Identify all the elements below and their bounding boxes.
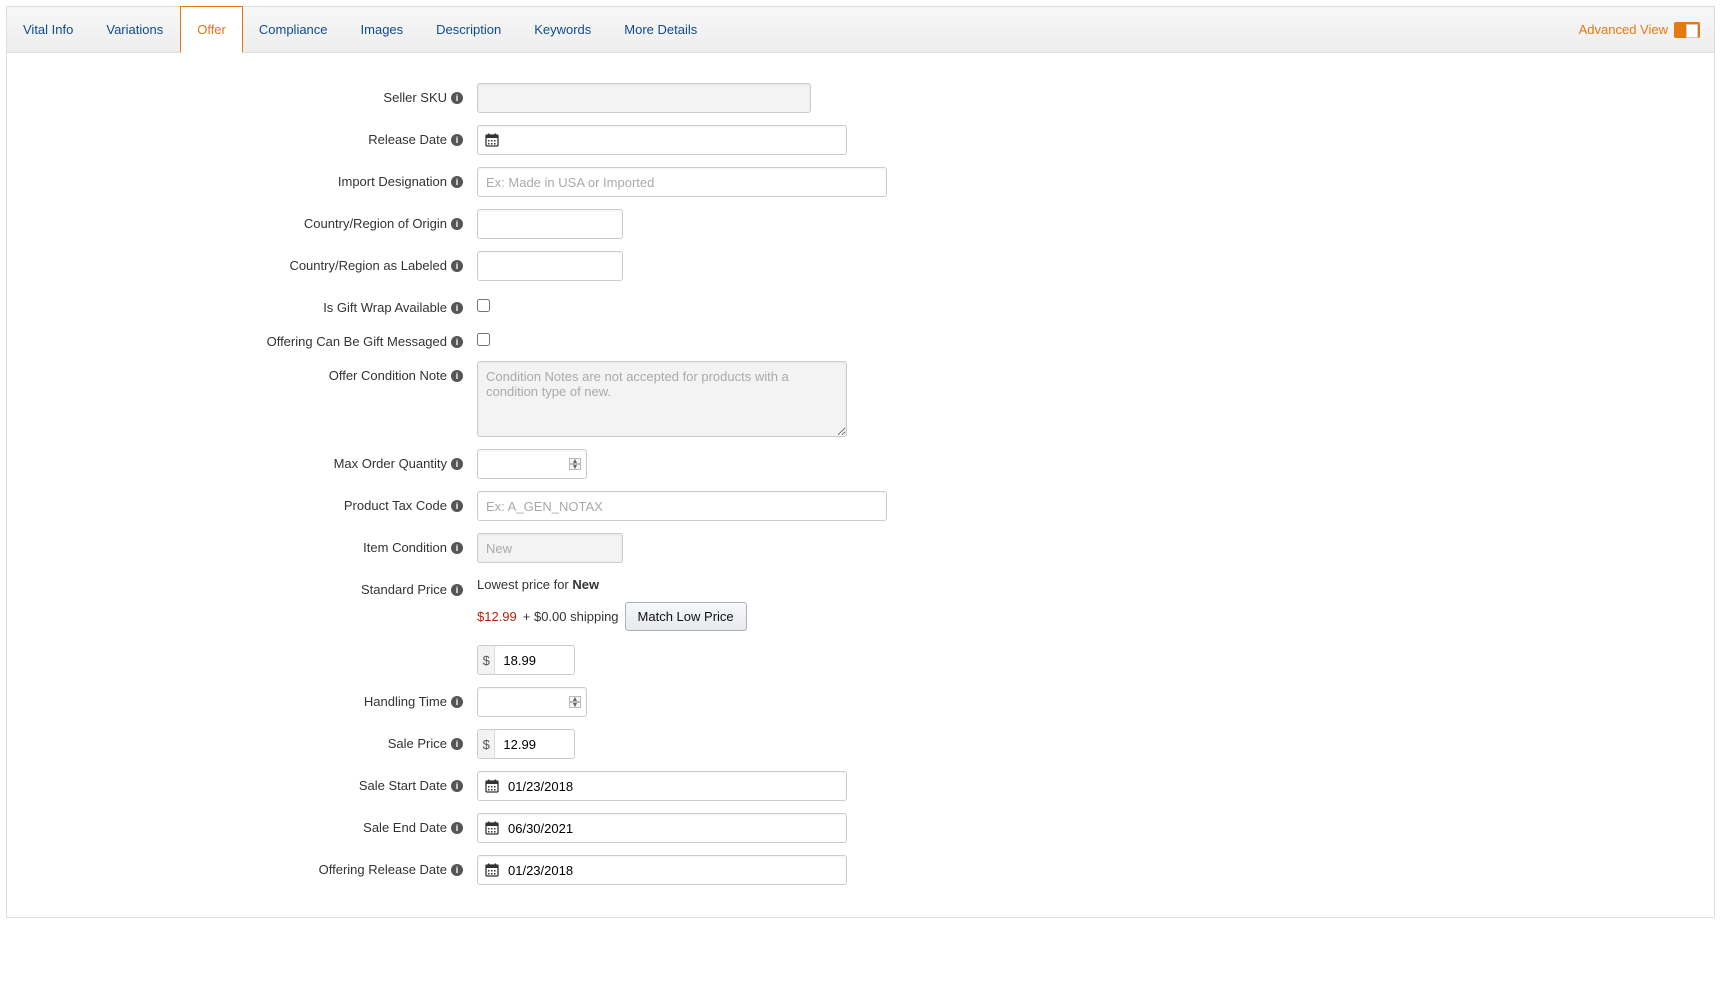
offering-release-input[interactable] bbox=[477, 855, 847, 885]
sale-price-input[interactable] bbox=[495, 730, 574, 758]
import-designation-label: Import Designation bbox=[338, 174, 447, 189]
quantity-stepper[interactable]: ▲▼ bbox=[569, 458, 581, 470]
handling-time-label: Handling Time bbox=[364, 694, 447, 709]
handling-time-stepper[interactable]: ▲▼ bbox=[569, 696, 581, 708]
gift-messaged-label: Offering Can Be Gift Messaged bbox=[267, 334, 447, 349]
info-icon[interactable]: i bbox=[451, 584, 463, 596]
item-condition-input bbox=[477, 533, 623, 563]
sale-start-label: Sale Start Date bbox=[359, 778, 447, 793]
info-icon[interactable]: i bbox=[451, 302, 463, 314]
max-order-qty-label: Max Order Quantity bbox=[334, 456, 447, 471]
gift-messaged-checkbox[interactable] bbox=[477, 333, 490, 346]
tax-code-label: Product Tax Code bbox=[344, 498, 447, 513]
info-icon[interactable]: i bbox=[451, 780, 463, 792]
country-labeled-label: Country/Region as Labeled bbox=[289, 258, 447, 273]
tab-vital-info[interactable]: Vital Info bbox=[7, 7, 90, 52]
info-icon[interactable]: i bbox=[451, 696, 463, 708]
country-origin-label: Country/Region of Origin bbox=[304, 216, 447, 231]
form-area: Seller SKU i Release Date i Imp bbox=[7, 53, 1714, 917]
release-date-input[interactable] bbox=[477, 125, 847, 155]
condition-note-textarea bbox=[477, 361, 847, 437]
info-icon[interactable]: i bbox=[451, 176, 463, 188]
seller-sku-input bbox=[477, 83, 811, 113]
tab-compliance[interactable]: Compliance bbox=[243, 7, 345, 52]
country-labeled-input[interactable] bbox=[477, 251, 623, 281]
main-panel: Vital Info Variations Offer Compliance I… bbox=[6, 6, 1715, 918]
info-icon[interactable]: i bbox=[451, 92, 463, 104]
lowest-price-value: $12.99 bbox=[477, 609, 517, 624]
offering-release-label: Offering Release Date bbox=[319, 862, 447, 877]
standard-price-input-wrap: $ bbox=[477, 645, 575, 675]
info-icon[interactable]: i bbox=[451, 260, 463, 272]
shipping-text: + $0.00 shipping bbox=[523, 609, 619, 624]
gift-wrap-label: Is Gift Wrap Available bbox=[323, 300, 447, 315]
info-icon[interactable]: i bbox=[451, 336, 463, 348]
tab-variations[interactable]: Variations bbox=[90, 7, 180, 52]
info-icon[interactable]: i bbox=[451, 864, 463, 876]
standard-price-input[interactable] bbox=[495, 646, 574, 674]
tab-offer[interactable]: Offer bbox=[180, 6, 243, 53]
lowest-price-text: Lowest price for New bbox=[477, 577, 747, 592]
release-date-label: Release Date bbox=[368, 132, 447, 147]
info-icon[interactable]: i bbox=[451, 218, 463, 230]
info-icon[interactable]: i bbox=[451, 542, 463, 554]
advanced-view: Advanced View bbox=[1579, 22, 1700, 38]
item-condition-label: Item Condition bbox=[363, 540, 447, 555]
tab-images[interactable]: Images bbox=[345, 7, 421, 52]
advanced-view-label: Advanced View bbox=[1579, 22, 1668, 37]
sale-price-label: Sale Price bbox=[388, 736, 447, 751]
currency-symbol: $ bbox=[478, 646, 495, 674]
tab-bar: Vital Info Variations Offer Compliance I… bbox=[7, 7, 1714, 53]
info-icon[interactable]: i bbox=[451, 134, 463, 146]
currency-symbol: $ bbox=[478, 730, 495, 758]
condition-note-label: Offer Condition Note bbox=[329, 368, 447, 383]
gift-wrap-checkbox[interactable] bbox=[477, 299, 490, 312]
info-icon[interactable]: i bbox=[451, 738, 463, 750]
info-icon[interactable]: i bbox=[451, 822, 463, 834]
info-icon[interactable]: i bbox=[451, 500, 463, 512]
import-designation-input[interactable] bbox=[477, 167, 887, 197]
country-origin-input[interactable] bbox=[477, 209, 623, 239]
tab-more-details[interactable]: More Details bbox=[608, 7, 714, 52]
sale-end-input[interactable] bbox=[477, 813, 847, 843]
seller-sku-label: Seller SKU bbox=[383, 90, 447, 105]
standard-price-label: Standard Price bbox=[361, 582, 447, 597]
sale-price-input-wrap: $ bbox=[477, 729, 575, 759]
tab-description[interactable]: Description bbox=[420, 7, 518, 52]
info-icon[interactable]: i bbox=[451, 370, 463, 382]
tax-code-input[interactable] bbox=[477, 491, 887, 521]
sale-end-label: Sale End Date bbox=[363, 820, 447, 835]
advanced-view-toggle[interactable] bbox=[1674, 22, 1700, 38]
info-icon[interactable]: i bbox=[451, 458, 463, 470]
match-low-price-button[interactable]: Match Low Price bbox=[625, 602, 747, 631]
tab-keywords[interactable]: Keywords bbox=[518, 7, 608, 52]
sale-start-input[interactable] bbox=[477, 771, 847, 801]
